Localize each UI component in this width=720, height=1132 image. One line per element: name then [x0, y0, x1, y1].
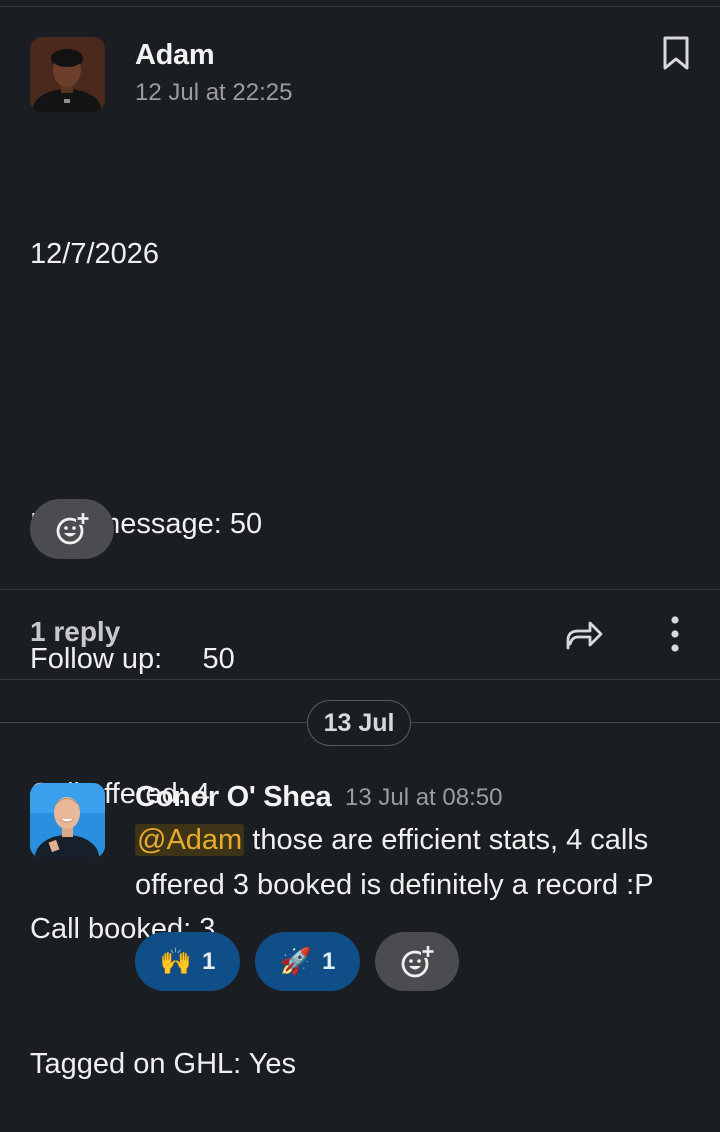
message-line: 12/7/2026	[30, 238, 160, 270]
message-line: Tagged on GHL: Yes	[30, 1048, 297, 1080]
avatar-conor[interactable]	[30, 783, 105, 858]
add-reaction-button[interactable]	[375, 932, 459, 991]
more-vertical-icon[interactable]	[666, 614, 684, 654]
divider	[0, 589, 720, 590]
rocket-icon: 🚀	[279, 946, 312, 976]
raising-hands-icon: 🙌	[159, 946, 192, 976]
reaction-raising-hands[interactable]: 🙌 1	[135, 932, 240, 991]
user-mention[interactable]: @Adam	[135, 824, 245, 856]
message-line	[30, 367, 296, 412]
date-separator[interactable]: 13 Jul	[307, 700, 411, 746]
divider	[0, 679, 720, 680]
reaction-rocket[interactable]: 🚀 1	[255, 932, 360, 991]
add-reaction-icon	[401, 945, 435, 977]
author-name[interactable]: Conor O' Shea	[135, 781, 332, 814]
message-body: @Adam those are efficient stats, 4 calls…	[135, 818, 705, 908]
reaction-count: 1	[202, 947, 216, 975]
top-divider	[0, 6, 720, 7]
message-timestamp[interactable]: 12 Jul at 22:25	[135, 79, 292, 107]
share-icon[interactable]	[564, 614, 604, 654]
author-name[interactable]: Adam	[135, 39, 215, 72]
add-reaction-button[interactable]	[30, 499, 114, 559]
add-reaction-icon	[56, 513, 90, 545]
avatar-adam[interactable]	[30, 37, 105, 112]
reply-count-link[interactable]: 1 reply	[30, 616, 120, 648]
bookmark-icon[interactable]	[662, 35, 690, 71]
message-timestamp[interactable]: 13 Jul at 08:50	[345, 784, 502, 812]
reaction-count: 1	[322, 947, 336, 975]
